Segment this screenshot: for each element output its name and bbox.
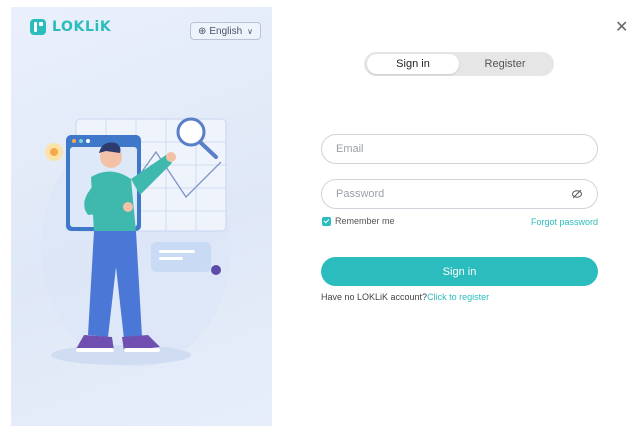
password-input[interactable]	[336, 186, 566, 202]
register-prompt-text: Have no LOKLiK account?	[321, 292, 428, 302]
register-prompt: Have no LOKLiK account?Click to register	[321, 292, 489, 302]
auth-tabs: Sign in Register	[364, 52, 554, 76]
forgot-password-link[interactable]: Forgot password	[531, 217, 598, 227]
email-field[interactable]	[321, 134, 598, 164]
close-icon[interactable]: ✕	[615, 20, 628, 36]
logo-icon	[30, 19, 46, 35]
tab-sign-in[interactable]: Sign in	[367, 54, 459, 74]
brand-logo: LOKLiK	[30, 19, 111, 35]
left-illustration-panel: LOKLiK ⊕ English ∨	[11, 7, 272, 426]
language-selector[interactable]: ⊕ English ∨	[190, 22, 261, 40]
email-input[interactable]	[336, 141, 566, 157]
language-label: English	[209, 25, 243, 37]
sign-in-button[interactable]: Sign in	[321, 257, 598, 286]
illustration-person-with-chart	[41, 117, 231, 367]
remember-checkbox[interactable]	[322, 216, 331, 226]
eye-off-icon[interactable]	[571, 188, 583, 200]
register-link[interactable]: Click to register	[427, 292, 489, 302]
password-field[interactable]	[321, 179, 598, 209]
tab-register[interactable]: Register	[459, 54, 551, 74]
brand-name: LOKLiK	[52, 19, 112, 35]
globe-icon: ⊕	[197, 25, 207, 37]
remember-me[interactable]: Remember me	[322, 216, 395, 226]
remember-label: Remember me	[335, 216, 395, 226]
chevron-down-icon: ∨	[247, 26, 254, 36]
